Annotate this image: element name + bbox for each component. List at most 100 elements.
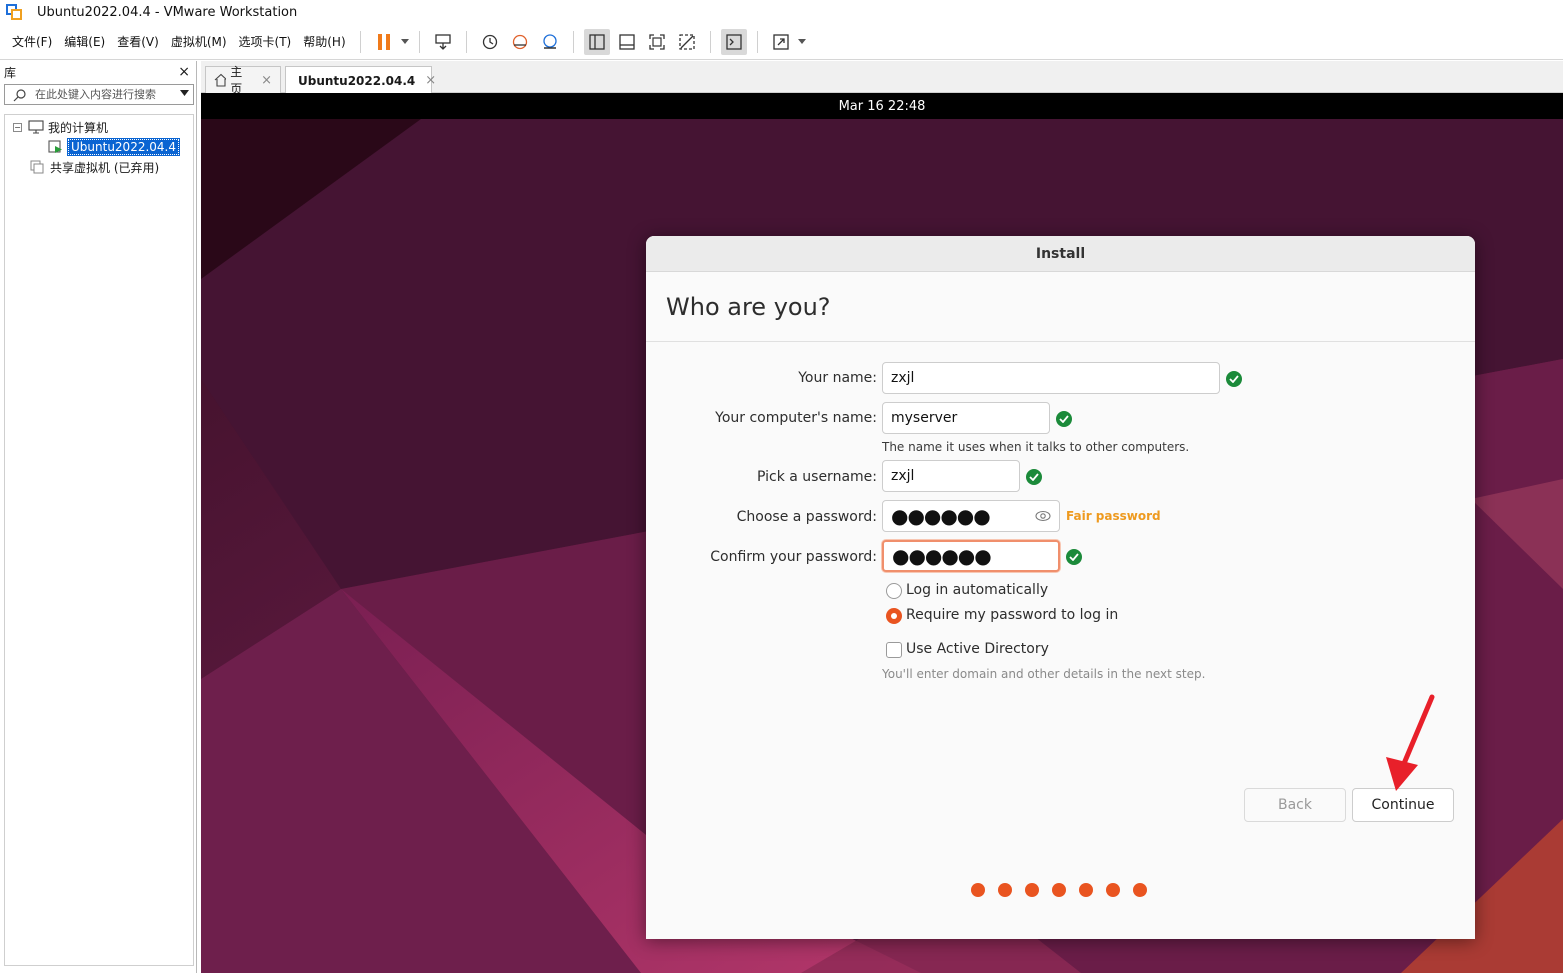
confirm-password-label: Confirm your password: <box>710 549 877 565</box>
search-icon <box>13 88 26 101</box>
username-field[interactable]: zxjl <box>882 460 1020 492</box>
tree-item-vm[interactable]: Ubuntu2022.04.4 <box>48 138 180 156</box>
require-password-label[interactable]: Require my password to log in <box>906 607 1118 623</box>
vm-icon <box>48 140 62 153</box>
active-directory-label[interactable]: Use Active Directory <box>906 641 1049 657</box>
show-password-eye-icon[interactable] <box>1035 509 1051 523</box>
menu-file[interactable]: 文件(F) <box>6 30 58 54</box>
library-header: 库 × <box>0 61 196 83</box>
library-title: 库 <box>4 65 17 80</box>
fullscreen-icon <box>648 33 665 50</box>
require-password-radio[interactable] <box>886 608 902 624</box>
vmware-logo-icon <box>6 4 22 20</box>
username-valid-check-icon <box>1026 469 1042 485</box>
stretch-button[interactable] <box>768 29 794 55</box>
datetime-display[interactable]: Mar 16 22:48 <box>839 99 926 114</box>
pause-button[interactable] <box>371 29 397 55</box>
revert-snapshot-button[interactable] <box>507 29 533 55</box>
vm-display[interactable]: Mar 16 22:48 Install Who are you? Your n… <box>201 93 1563 973</box>
confirm-valid-check-icon <box>1066 549 1082 565</box>
title-bar: Ubuntu2022.04.4 - VMware Workstation <box>0 0 1563 24</box>
fullscreen-button[interactable] <box>644 29 670 55</box>
search-dropdown-icon[interactable] <box>180 90 189 96</box>
tab-ubuntu-close-button[interactable]: × <box>425 73 436 88</box>
tab-ubuntu-label: Ubuntu2022.04.4 <box>298 73 416 88</box>
toolbar-separator <box>359 30 361 53</box>
toolbar-separator <box>572 30 574 53</box>
tree-item-shared-vms[interactable]: 共享虚拟机 (已弃用) <box>30 158 159 176</box>
progress-dot <box>1079 883 1093 897</box>
menu-edit[interactable]: 编辑(E) <box>58 30 111 54</box>
shared-vm-icon <box>30 160 44 174</box>
your-name-field[interactable]: zxjl <box>882 362 1220 394</box>
install-dialog: Install Who are you? Your name: zxjl You… <box>646 236 1475 939</box>
menu-bar: 文件(F) 编辑(E) 查看(V) 虚拟机(M) 选项卡(T) 帮助(H) <box>0 24 1563 60</box>
install-dialog-title: Install <box>1035 245 1086 262</box>
console-view-icon <box>725 33 742 50</box>
tab-bar: 主页 × Ubuntu2022.04.4 × <box>201 61 1563 96</box>
window-title: Ubuntu2022.04.4 - VMware Workstation <box>37 4 298 20</box>
ubuntu-top-bar: Mar 16 22:48 <box>201 93 1563 119</box>
menu-tabs[interactable]: 选项卡(T) <box>233 30 298 54</box>
snapshot-icon <box>482 34 497 49</box>
toolbar-separator <box>756 30 758 53</box>
password-label: Choose a password: <box>736 509 877 525</box>
snapshot-button[interactable] <box>477 29 503 55</box>
password-field[interactable]: ●●●●●● <box>882 500 1060 532</box>
send-ctrl-alt-del-icon <box>434 33 451 50</box>
collapse-icon[interactable]: − <box>13 122 22 132</box>
menu-view[interactable]: 查看(V) <box>111 30 165 54</box>
show-library-button[interactable] <box>583 28 610 55</box>
confirm-password-value: ●●●●●● <box>892 544 992 568</box>
progress-dot <box>971 883 985 897</box>
page-title: Who are you? <box>646 272 1475 342</box>
send-ctrl-alt-del-button[interactable] <box>430 29 456 55</box>
computer-name-hint: The name it uses when it talks to other … <box>882 440 1190 454</box>
stretch-icon <box>772 33 789 50</box>
computer-name-label: Your computer's name: <box>715 410 877 426</box>
thumbnail-bar-icon <box>618 33 635 50</box>
library-search-input[interactable] <box>35 88 175 101</box>
chevron-down-icon <box>797 39 806 44</box>
menu-help[interactable]: 帮助(H) <box>297 30 351 54</box>
home-icon <box>214 73 227 87</box>
revert-snapshot-icon <box>512 34 527 49</box>
toolbar-separator <box>709 30 711 53</box>
your-name-label: Your name: <box>798 370 877 386</box>
unity-button[interactable] <box>674 29 700 55</box>
annotation-arrow-icon <box>1386 694 1435 791</box>
tree-label-shared-vms: 共享虚拟机 (已弃用) <box>50 160 160 175</box>
thumbnail-bar-button[interactable] <box>614 29 640 55</box>
progress-dot <box>1052 883 1066 897</box>
snapshot-manager-icon <box>542 33 557 49</box>
unity-icon <box>678 33 695 50</box>
pause-dropdown-button[interactable] <box>399 39 411 44</box>
chevron-down-icon <box>400 39 409 44</box>
active-directory-checkbox[interactable] <box>886 642 902 658</box>
progress-dot <box>1106 883 1120 897</box>
progress-dot <box>998 883 1012 897</box>
log-in-automatically-label[interactable]: Log in automatically <box>906 582 1048 598</box>
library-search-box <box>4 84 194 105</box>
computer-icon <box>28 120 44 134</box>
console-view-button[interactable] <box>720 28 747 55</box>
library-close-button[interactable]: × <box>178 64 190 80</box>
stretch-dropdown-button[interactable] <box>796 39 808 44</box>
library-panel: 库 × − 我的计算机 Ubuntu2022.04.4 共享虚拟机 (已弃用) <box>0 61 197 973</box>
progress-dot <box>1025 883 1039 897</box>
toolbar-separator <box>418 30 420 53</box>
computer-name-field[interactable]: myserver <box>882 402 1050 434</box>
tree-item-my-computer[interactable]: − 我的计算机 <box>13 118 108 136</box>
confirm-password-field[interactable]: ●●●●●● <box>882 540 1060 572</box>
menu-vm[interactable]: 虚拟机(M) <box>165 30 233 54</box>
password-strength-label: Fair password <box>1066 509 1161 523</box>
back-button[interactable]: Back <box>1244 788 1346 822</box>
tab-home[interactable]: 主页 × <box>205 65 281 96</box>
tab-home-close-button[interactable]: × <box>261 73 272 88</box>
install-dialog-titlebar: Install <box>646 236 1475 272</box>
snapshot-manager-button[interactable] <box>537 29 563 55</box>
log-in-automatically-radio[interactable] <box>886 583 902 599</box>
tab-ubuntu[interactable]: Ubuntu2022.04.4 × <box>285 66 436 94</box>
active-directory-hint: You'll enter domain and other details in… <box>882 667 1206 681</box>
username-label: Pick a username: <box>756 469 877 485</box>
